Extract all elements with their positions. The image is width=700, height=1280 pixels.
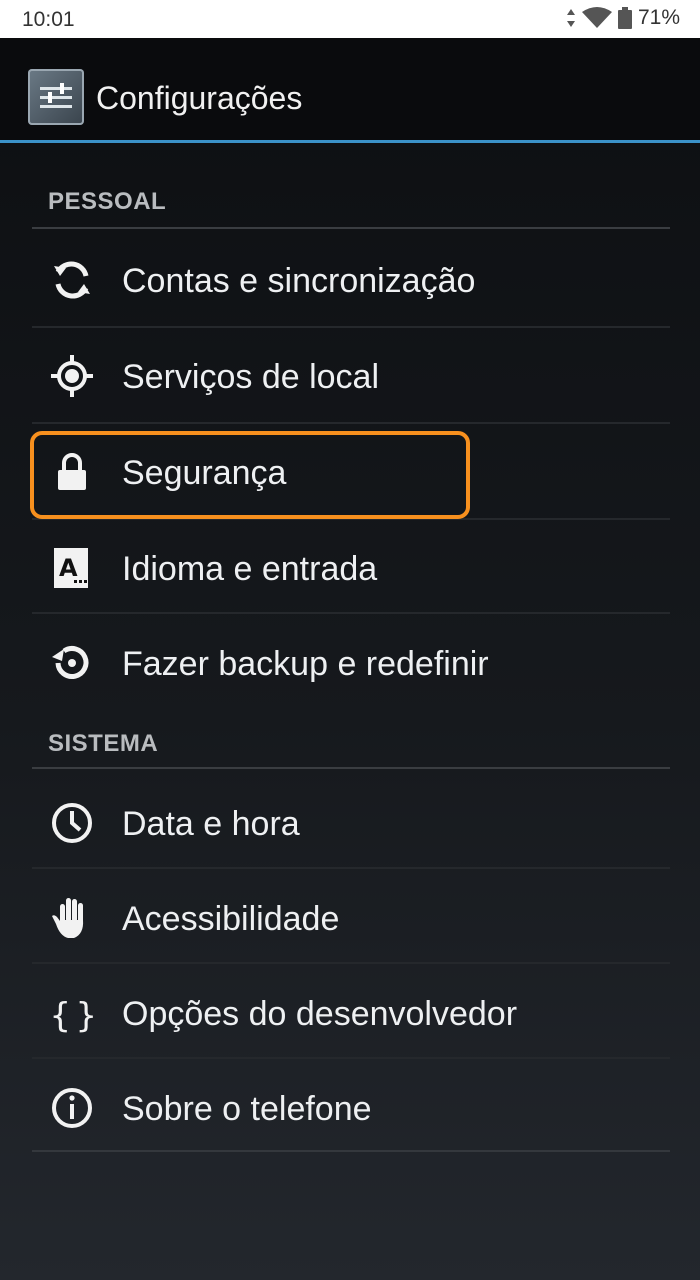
hand-icon — [52, 898, 84, 938]
settings-item-accessibility[interactable]: Acessibilidade — [32, 870, 670, 964]
section-header-system: SISTEMA — [48, 730, 159, 757]
battery-icon — [617, 7, 632, 29]
section-divider — [32, 227, 670, 229]
settings-item-label: Sobre o telefone — [122, 1090, 372, 1128]
settings-item-label: Data e hora — [122, 805, 300, 843]
svg-text:A: A — [59, 554, 78, 582]
settings-item-label: Opções do desenvolvedor — [122, 995, 518, 1033]
list-divider — [32, 1150, 670, 1152]
highlight-box — [30, 431, 470, 519]
settings-app-icon[interactable] — [28, 69, 84, 125]
data-arrows-icon — [566, 9, 575, 27]
list-divider — [32, 962, 670, 964]
svg-text:}: } — [76, 996, 96, 1036]
clock-icon — [52, 803, 92, 843]
settings-item-accounts-sync[interactable]: Contas e sincronização — [32, 232, 670, 326]
svg-text:{: { — [50, 996, 70, 1036]
battery-percent: 71% — [637, 6, 680, 29]
action-bar: Configurações — [0, 38, 700, 143]
wifi-icon — [581, 7, 612, 28]
sliders-icon — [40, 83, 72, 108]
braces-icon: { } — [50, 996, 96, 1036]
language-icon: A — [54, 548, 88, 588]
list-divider — [32, 867, 670, 869]
settings-item-developer-options[interactable]: { } Opções do desenvolvedor — [32, 965, 670, 1059]
settings-item-backup-reset[interactable]: Fazer backup e redefinir — [32, 615, 670, 709]
list-divider — [32, 612, 670, 614]
location-icon — [51, 355, 93, 397]
settings-item-date-time[interactable]: Data e hora — [32, 775, 670, 869]
section-header-personal: PESSOAL — [48, 188, 167, 215]
settings-item-about-phone[interactable]: Sobre o telefone — [32, 1060, 670, 1154]
settings-item-label: Fazer backup e redefinir — [122, 645, 489, 683]
list-divider — [32, 1057, 670, 1059]
settings-item-location[interactable]: Serviços de local — [32, 328, 670, 422]
status-icons: 71% — [566, 6, 680, 30]
page-title: Configurações — [96, 80, 303, 116]
settings-item-label: Acessibilidade — [122, 900, 340, 938]
settings-screen: Configurações PESSOAL Contas e sincroniz… — [0, 38, 700, 1280]
settings-item-language-input[interactable]: A Idioma e entrada — [32, 520, 670, 614]
sync-icon — [54, 261, 90, 299]
section-divider — [32, 767, 670, 769]
info-icon — [52, 1088, 92, 1128]
status-bar: 10:01 71% — [0, 0, 700, 38]
settings-item-label: Idioma e entrada — [122, 550, 378, 588]
settings-item-label: Contas e sincronização — [122, 262, 476, 300]
backup-icon — [52, 646, 89, 679]
status-time: 10:01 — [22, 8, 75, 31]
settings-item-label: Serviços de local — [122, 358, 380, 396]
